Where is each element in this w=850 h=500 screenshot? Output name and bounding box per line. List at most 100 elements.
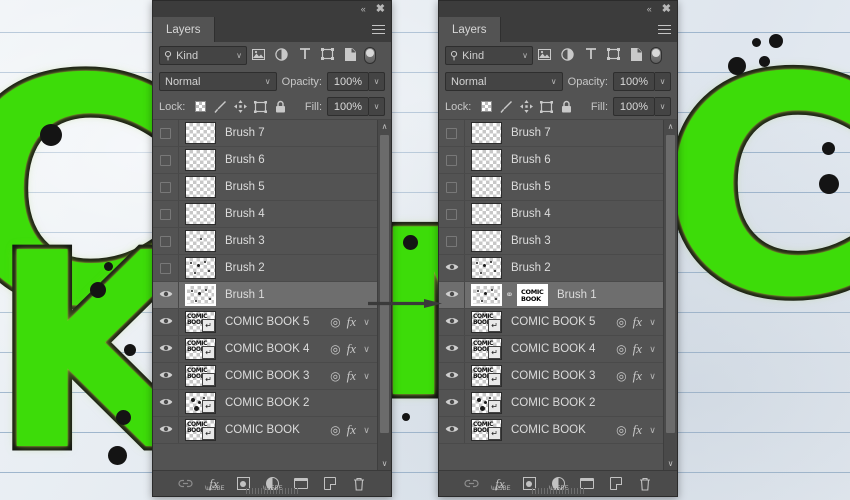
layer-visibility-toggle[interactable] bbox=[153, 120, 179, 146]
table-row[interactable]: Brush 7 bbox=[153, 120, 377, 147]
type-filter-icon[interactable] bbox=[579, 48, 602, 63]
delete-layer-button[interactable] bbox=[638, 476, 653, 491]
table-row[interactable]: COMIC BOOK ↵ COMIC BOOK 3 ◎ fx ∨ bbox=[439, 363, 663, 390]
effects-visibility-icon[interactable]: ◎ bbox=[330, 423, 340, 437]
table-row[interactable]: Brush 3 bbox=[153, 228, 377, 255]
shape-filter-icon[interactable] bbox=[602, 48, 625, 63]
fx-badge[interactable]: fx bbox=[347, 422, 356, 438]
layer-thumbnail[interactable] bbox=[185, 203, 216, 225]
table-row[interactable]: ↵ COMIC BOOK 2 bbox=[439, 390, 663, 417]
layer-thumbnail[interactable]: COMIC BOOK ↵ bbox=[185, 365, 216, 387]
layer-visibility-toggle[interactable] bbox=[153, 174, 179, 200]
collapse-icon[interactable]: « bbox=[647, 4, 652, 14]
layer-visibility-icon[interactable] bbox=[445, 316, 459, 329]
layer-list-scrollbar[interactable]: ∧ ∨ bbox=[377, 120, 391, 470]
layer-visibility-icon-off[interactable] bbox=[160, 208, 171, 220]
scroll-up-icon[interactable]: ∧ bbox=[378, 120, 391, 133]
blend-mode-select[interactable]: Normal ∨ bbox=[159, 72, 277, 91]
lock-all-icon[interactable] bbox=[560, 100, 573, 113]
layer-thumbnail[interactable] bbox=[185, 122, 216, 144]
layer-visibility-toggle[interactable] bbox=[153, 390, 179, 416]
layer-visibility-icon[interactable] bbox=[159, 397, 173, 410]
layer-name-label[interactable]: Brush 7 bbox=[216, 127, 377, 139]
effects-visibility-icon[interactable]: ◎ bbox=[330, 315, 340, 329]
layer-visibility-toggle[interactable] bbox=[153, 309, 179, 335]
layer-visibility-icon-off[interactable] bbox=[446, 154, 457, 166]
table-row[interactable]: COMIC BOOK ↵ COMIC BOOK 4 ◎ fx ∨ bbox=[153, 336, 377, 363]
layer-thumbnail[interactable]: COMIC BOOK ↵ bbox=[471, 419, 502, 441]
effects-visibility-icon[interactable]: ◎ bbox=[616, 315, 626, 329]
new-layer-button[interactable] bbox=[609, 476, 624, 491]
fill-input[interactable]: 100% bbox=[327, 97, 369, 116]
scroll-up-icon[interactable]: ∧ bbox=[664, 120, 677, 133]
close-icon[interactable]: ✖ bbox=[662, 3, 671, 15]
delete-layer-button[interactable] bbox=[352, 476, 367, 491]
layer-visibility-icon-off[interactable] bbox=[160, 262, 171, 274]
chevron-down-icon[interactable]: ∨ bbox=[362, 344, 371, 355]
smart-object-filter-icon[interactable] bbox=[339, 47, 362, 64]
adjustment-filter-icon[interactable] bbox=[556, 47, 579, 64]
layers-panel-before[interactable]: « ✖ Layers ⚲ Kind ∨ Normal ∨ Opacity: 10… bbox=[152, 0, 392, 497]
table-row[interactable]: Brush 6 bbox=[439, 147, 663, 174]
layer-thumbnail[interactable] bbox=[185, 176, 216, 198]
opacity-input[interactable]: 100% bbox=[613, 72, 655, 91]
layer-name-label[interactable]: COMIC BOOK 5 bbox=[502, 316, 616, 328]
layer-visibility-icon[interactable] bbox=[445, 289, 459, 302]
panel-resize-grip[interactable] bbox=[246, 488, 298, 494]
layer-visibility-toggle[interactable] bbox=[439, 120, 465, 146]
lock-image-pixels-icon[interactable] bbox=[500, 100, 513, 113]
link-layers-button[interactable] bbox=[177, 476, 193, 491]
layer-visibility-toggle[interactable] bbox=[439, 282, 465, 308]
opacity-stepper-caret[interactable]: ∨ bbox=[655, 72, 671, 91]
layer-mask-thumbnail[interactable]: COMIC BOOK bbox=[517, 284, 548, 306]
layer-name-label[interactable]: COMIC BOOK 4 bbox=[216, 343, 330, 355]
layer-thumbnail[interactable]: COMIC BOOK ↵ bbox=[471, 311, 502, 333]
opacity-input[interactable]: 100% bbox=[327, 72, 369, 91]
layer-visibility-icon[interactable] bbox=[445, 370, 459, 383]
chevron-down-icon[interactable]: ∨ bbox=[648, 371, 657, 382]
table-row[interactable]: Brush 1 bbox=[153, 282, 377, 309]
lock-transparent-pixels-icon[interactable] bbox=[194, 100, 207, 113]
layer-thumbnail[interactable] bbox=[471, 284, 502, 306]
adjustment-filter-icon[interactable] bbox=[270, 47, 293, 64]
layer-name-label[interactable]: Brush 7 bbox=[502, 127, 663, 139]
layer-visibility-icon-off[interactable] bbox=[446, 181, 457, 193]
table-row[interactable]: ⚭ COMIC BOOK Brush 1 bbox=[439, 282, 663, 309]
table-row[interactable]: Brush 7 bbox=[439, 120, 663, 147]
layer-thumbnail[interactable] bbox=[471, 230, 502, 252]
layer-thumbnail[interactable] bbox=[471, 203, 502, 225]
panel-menu-button[interactable] bbox=[651, 17, 677, 42]
layer-name-label[interactable]: Brush 5 bbox=[216, 181, 377, 193]
effects-visibility-icon[interactable]: ◎ bbox=[616, 342, 626, 356]
layer-visibility-toggle[interactable] bbox=[439, 417, 465, 443]
layer-name-label[interactable]: Brush 3 bbox=[216, 235, 377, 247]
layer-name-label[interactable]: COMIC BOOK 4 bbox=[502, 343, 616, 355]
type-filter-icon[interactable] bbox=[293, 48, 316, 63]
layer-visibility-toggle[interactable] bbox=[153, 228, 179, 254]
lock-all-icon[interactable] bbox=[274, 100, 287, 113]
layer-name-label[interactable]: Brush 1 bbox=[216, 289, 377, 301]
layer-thumbnail[interactable]: COMIC BOOK ↵ bbox=[185, 338, 216, 360]
layer-visibility-icon-off[interactable] bbox=[446, 127, 457, 139]
layer-visibility-toggle[interactable] bbox=[439, 147, 465, 173]
layer-visibility-toggle[interactable] bbox=[153, 255, 179, 281]
table-row[interactable]: COMIC BOOK ↵ COMIC BOOK 5 ◎ fx ∨ bbox=[153, 309, 377, 336]
layer-visibility-icon-off[interactable] bbox=[160, 235, 171, 247]
layer-visibility-toggle[interactable] bbox=[439, 255, 465, 281]
fx-badge[interactable]: fx bbox=[347, 341, 356, 357]
layer-name-label[interactable]: Brush 2 bbox=[502, 262, 663, 274]
layers-panel-after[interactable]: « ✖ Layers ⚲ Kind ∨ Normal ∨ Opacity: 10… bbox=[438, 0, 678, 497]
layer-style-fx-button[interactable]: fx \u25BE bbox=[205, 476, 225, 493]
layer-visibility-icon-off[interactable] bbox=[160, 181, 171, 193]
scrollbar-thumb[interactable] bbox=[380, 135, 389, 433]
layer-thumbnail[interactable] bbox=[185, 149, 216, 171]
filter-kind-select[interactable]: ⚲ Kind ∨ bbox=[445, 46, 533, 65]
table-row[interactable]: Brush 5 bbox=[153, 174, 377, 201]
lock-position-icon[interactable] bbox=[234, 100, 248, 113]
layer-name-label[interactable]: Brush 5 bbox=[502, 181, 663, 193]
table-row[interactable]: Brush 2 bbox=[153, 255, 377, 282]
layer-name-label[interactable]: Brush 6 bbox=[216, 154, 377, 166]
layer-thumbnail[interactable]: COMIC BOOK ↵ bbox=[471, 365, 502, 387]
filter-toggle-switch[interactable] bbox=[364, 47, 376, 64]
layer-visibility-icon-off[interactable] bbox=[446, 235, 457, 247]
